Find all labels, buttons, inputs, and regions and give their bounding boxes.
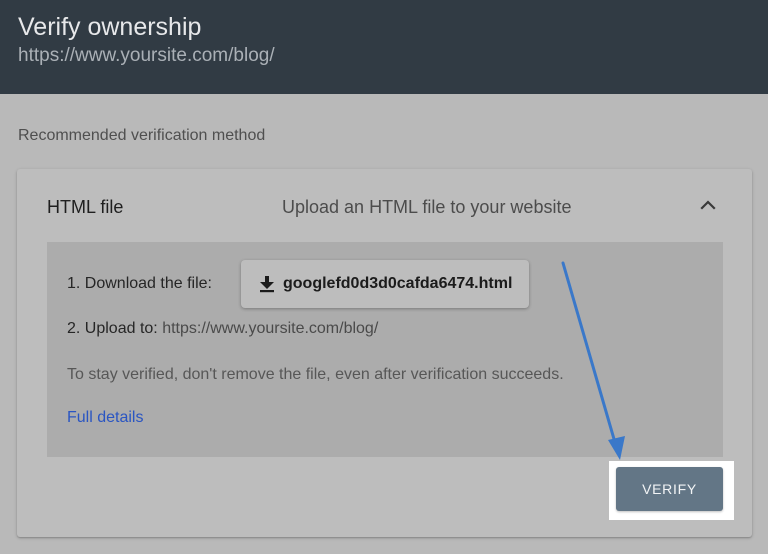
verify-button[interactable]: VERIFY [616,467,723,511]
step1-label: 1. Download the file: [67,275,212,292]
method-description: Upload an HTML file to your website [282,197,572,217]
download-icon [257,274,277,294]
full-details-link[interactable]: Full details [67,408,143,428]
section-label: Recommended verification method [18,127,266,144]
page-header: Verify ownership https://www.yoursite.co… [0,0,768,94]
download-file-button[interactable]: googlefd0d3d0cafda6474.html [241,260,529,308]
step2: 2. Upload to: https://www.yoursite.com/b… [67,319,378,339]
chevron-up-icon[interactable] [697,194,719,216]
download-filename: googlefd0d3d0cafda6474.html [283,275,513,292]
site-url: https://www.yoursite.com/blog/ [18,45,275,66]
upload-url: https://www.yoursite.com/blog/ [162,320,379,337]
instructions-panel: 1. Download the file: googlefd0d3d0cafda… [47,242,723,457]
method-title[interactable]: HTML file [47,196,123,218]
step2-label: 2. Upload to: [67,320,158,337]
page-title: Verify ownership [18,13,202,41]
stay-verified-note: To stay verified, don't remove the file,… [67,366,564,383]
